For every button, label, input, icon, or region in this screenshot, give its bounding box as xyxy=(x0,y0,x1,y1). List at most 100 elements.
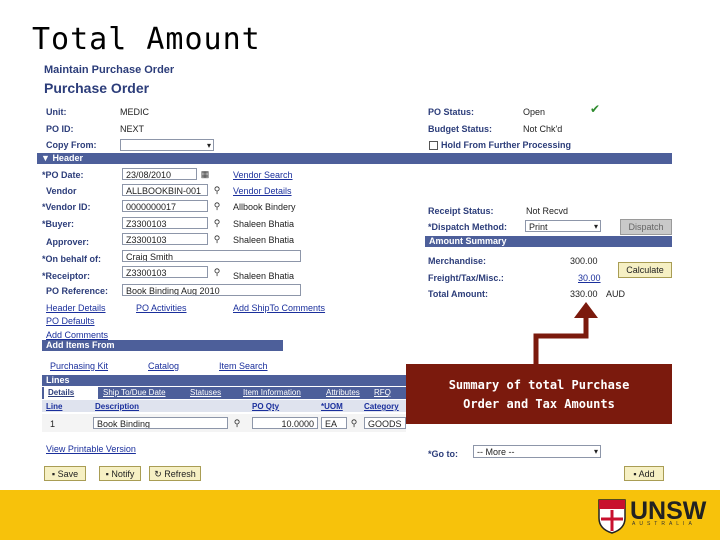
receiptor-label: *Receiptor: xyxy=(42,271,91,281)
purchasing-kit-link[interactable]: Purchasing Kit xyxy=(50,361,108,371)
poid-value: NEXT xyxy=(120,124,145,134)
add-button[interactable]: ▪ Add xyxy=(624,466,664,481)
column-description[interactable]: Description xyxy=(95,402,139,411)
add-label: Add xyxy=(638,469,655,479)
currency-value: AUD xyxy=(606,289,626,299)
header-details-link[interactable]: Header Details xyxy=(46,303,106,313)
lookup-icon[interactable]: ⚲ xyxy=(211,184,223,196)
header-section-label: Header xyxy=(52,153,83,163)
item-search-link[interactable]: Item Search xyxy=(219,361,268,371)
column-uom[interactable]: *UOM xyxy=(321,402,343,411)
vendor-name: Allbook Bindery xyxy=(233,202,296,212)
po-activities-link[interactable]: PO Activities xyxy=(136,303,187,313)
tab-rfq[interactable]: RFQ xyxy=(374,387,391,399)
row-line-number: 1 xyxy=(50,419,56,429)
po-reference-label: PO Reference: xyxy=(46,286,109,296)
approver-name: Shaleen Bhatia xyxy=(233,235,295,245)
add-comments-link[interactable]: Add Comments xyxy=(46,330,108,340)
vendor-id-input[interactable]: 0000000017 xyxy=(122,200,208,212)
row-description-input[interactable]: Book Binding xyxy=(93,417,228,429)
lookup-icon[interactable]: ⚲ xyxy=(211,200,223,212)
tab-statuses[interactable]: Statuses xyxy=(190,387,221,399)
vendor-id-label: *Vendor ID: xyxy=(42,202,91,212)
po-defaults-link[interactable]: PO Defaults xyxy=(46,316,95,326)
hold-checkbox[interactable] xyxy=(429,141,438,150)
on-behalf-label: *On behalf of: xyxy=(42,254,101,264)
tab-item-information[interactable]: Item Information xyxy=(243,387,301,399)
freight-label: Freight/Tax/Misc.: xyxy=(428,273,504,283)
notify-button[interactable]: ▪ Notify xyxy=(99,466,141,481)
vendor-label: Vendor xyxy=(46,186,77,196)
unit-value: MEDIC xyxy=(120,107,149,117)
freight-value-link[interactable]: 30.00 xyxy=(578,273,601,283)
unsw-logo-subtitle: AUSTRALIA xyxy=(632,521,696,527)
receiptor-input[interactable]: Z3300103 xyxy=(122,266,208,278)
checkmark-icon: ✔ xyxy=(590,102,601,116)
callout-box: Summary of total Purchase Order and Tax … xyxy=(406,364,672,424)
refresh-button[interactable]: ↻ Refresh xyxy=(149,466,201,481)
triangle-down-icon: ▼ xyxy=(41,153,50,163)
amount-summary-bar: Amount Summary xyxy=(425,236,672,247)
vendor-input[interactable]: ALLBOOKBIN-001 xyxy=(122,184,208,196)
buyer-input[interactable]: Z3300103 xyxy=(122,217,208,229)
dispatch-method-select[interactable]: Print ▾ xyxy=(525,220,601,232)
add-items-bar: Add Items From xyxy=(42,340,283,351)
lookup-icon[interactable]: ⚲ xyxy=(211,233,223,245)
notify-label: Notify xyxy=(111,469,135,479)
header-section-bar[interactable]: ▼ Header xyxy=(37,153,672,164)
chevron-down-icon: ▾ xyxy=(206,141,211,150)
unit-label: Unit: xyxy=(46,107,67,117)
breadcrumb: Maintain Purchase Order xyxy=(44,64,175,76)
lookup-icon[interactable]: ⚲ xyxy=(211,266,223,278)
calculate-button[interactable]: Calculate xyxy=(618,262,672,278)
row-qty-input[interactable]: 10.0000 xyxy=(252,417,318,429)
row-uom-input[interactable]: EA xyxy=(321,417,347,429)
tab-ship-to[interactable]: Ship To/Due Date xyxy=(103,387,166,399)
search-icon[interactable]: ⚲ xyxy=(231,417,243,429)
catalog-link[interactable]: Catalog xyxy=(148,361,179,371)
on-behalf-input[interactable]: Craig Smith xyxy=(122,250,301,262)
po-reference-input[interactable]: Book Binding Aug 2010 xyxy=(122,284,301,296)
add-icon: ▪ xyxy=(633,469,637,479)
notify-icon: ▪ xyxy=(105,469,109,479)
view-printable-link[interactable]: View Printable Version xyxy=(46,444,136,454)
add-shipto-comments-link[interactable]: Add ShipTo Comments xyxy=(233,303,325,313)
tab-details[interactable]: Details xyxy=(44,387,98,399)
unsw-crest-icon xyxy=(598,499,626,534)
goto-select[interactable]: -- More -- ▾ xyxy=(473,445,601,458)
vendor-details-link[interactable]: Vendor Details xyxy=(233,186,292,196)
hold-label: Hold From Further Processing xyxy=(441,140,572,150)
column-po-qty[interactable]: PO Qty xyxy=(252,402,279,411)
approver-label: Approver: xyxy=(46,237,90,247)
save-button[interactable]: ▪ Save xyxy=(44,466,86,481)
vendor-search-link[interactable]: Vendor Search xyxy=(233,170,293,180)
copyfrom-select[interactable]: ▾ xyxy=(120,139,214,151)
merchandise-label: Merchandise: xyxy=(428,256,487,266)
total-amount-value: 330.00 xyxy=(570,289,598,299)
po-status-value: Open xyxy=(523,107,546,117)
po-date-input[interactable]: 23/08/2010 xyxy=(122,168,197,180)
receipt-status-value: Not Recvd xyxy=(526,206,569,216)
buyer-label: *Buyer: xyxy=(42,219,75,229)
dispatch-button[interactable]: Dispatch xyxy=(620,219,672,235)
save-label: Save xyxy=(57,469,79,479)
po-date-label: *PO Date: xyxy=(42,170,84,180)
chevron-down-icon: ▾ xyxy=(593,447,598,456)
column-line[interactable]: Line xyxy=(46,402,62,411)
callout-arrow xyxy=(533,302,598,366)
lookup-icon[interactable]: ⚲ xyxy=(211,217,223,229)
callout-line-1: Summary of total Purchase xyxy=(448,378,630,392)
callout-line-2: Order and Tax Amounts xyxy=(463,397,615,411)
row-category-input[interactable]: GOODS xyxy=(364,417,406,429)
budget-status-value: Not Chk'd xyxy=(523,124,563,134)
dispatch-method-label: *Dispatch Method: xyxy=(428,222,508,232)
copyfrom-label: Copy From: xyxy=(46,140,97,150)
approver-input[interactable]: Z3300103 xyxy=(122,233,208,245)
lookup-icon[interactable]: ⚲ xyxy=(348,417,360,429)
tab-attributes[interactable]: Attributes xyxy=(326,387,360,399)
column-category[interactable]: Category xyxy=(364,402,399,411)
calendar-icon[interactable]: ▦ xyxy=(199,168,211,180)
budget-status-label: Budget Status: xyxy=(428,124,492,134)
slide-title: Total Amount xyxy=(32,22,261,57)
dispatch-method-value: Print xyxy=(529,222,548,232)
